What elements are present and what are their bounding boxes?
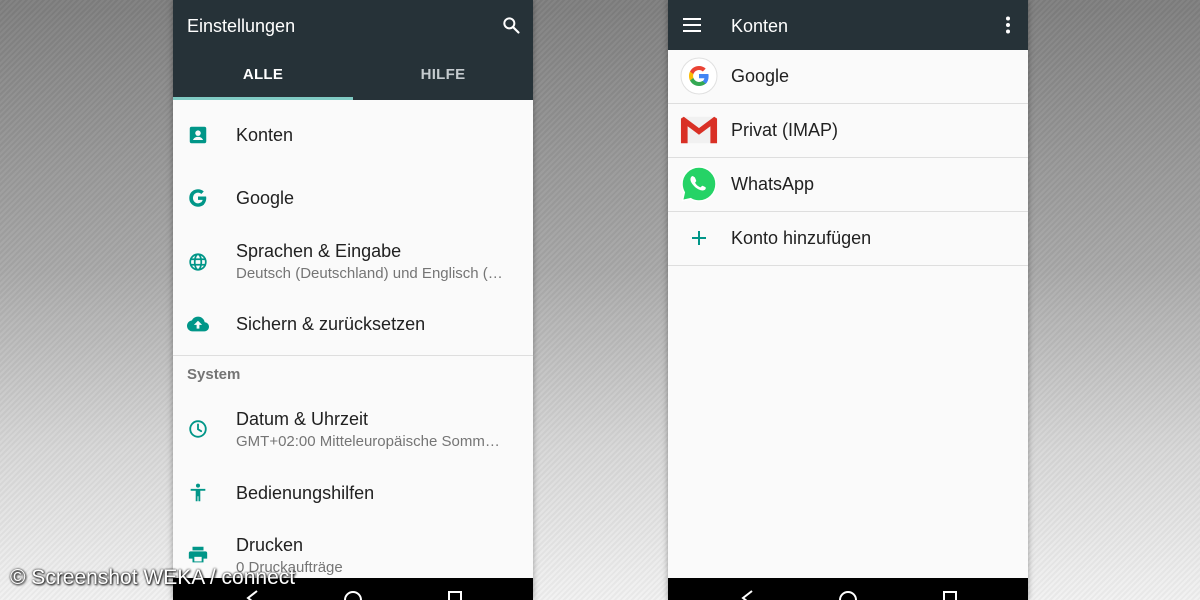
- settings-tabs: ALLE HILFE: [173, 50, 533, 100]
- settings-item-label: Sichern & zurücksetzen: [236, 314, 426, 334]
- settings-item-datum[interactable]: Datum & Uhrzeit GMT+02:00 Mitteleuropäis…: [173, 396, 533, 466]
- system-nav-bar: [668, 578, 1028, 600]
- settings-item-label: Google: [236, 188, 295, 208]
- more-vert-icon: [1006, 16, 1010, 34]
- settings-item-sichern[interactable]: Sichern & zurücksetzen: [173, 296, 533, 355]
- add-account-row[interactable]: Konto hinzufügen: [668, 212, 1028, 266]
- section-divider: [173, 355, 533, 356]
- settings-item-label: Konten: [236, 125, 294, 145]
- clock-icon: [185, 416, 211, 442]
- home-icon: [839, 591, 857, 600]
- settings-item-bedienungshilfen[interactable]: Bedienungshilfen: [173, 466, 533, 522]
- gmail-icon: [680, 111, 718, 149]
- google-logo-icon: [680, 57, 718, 95]
- recents-button[interactable]: [435, 578, 475, 600]
- accessibility-icon: [185, 480, 211, 506]
- add-account-label: Konto hinzufügen: [731, 228, 872, 248]
- page-title: Einstellungen: [187, 16, 296, 36]
- settings-item-label: Sprachen & Eingabe: [236, 241, 402, 261]
- search-icon: [503, 17, 520, 34]
- account-row-whatsapp[interactable]: WhatsApp: [668, 158, 1028, 212]
- settings-item-google[interactable]: Google: [173, 170, 533, 228]
- recents-icon: [448, 591, 462, 600]
- search-button[interactable]: [491, 5, 531, 45]
- settings-app-bar: Einstellungen: [173, 0, 533, 50]
- recents-button[interactable]: [930, 578, 970, 600]
- settings-item-subtitle: GMT+02:00 Mitteleuropäische Somm…: [236, 433, 500, 450]
- settings-item-konten[interactable]: Konten: [173, 100, 533, 170]
- settings-item-label: Drucken: [236, 535, 304, 555]
- accounts-app-bar: Konten: [668, 0, 1028, 50]
- home-icon: [344, 591, 362, 600]
- account-row-google[interactable]: Google: [668, 50, 1028, 104]
- settings-item-sprachen[interactable]: Sprachen & Eingabe Deutsch (Deutschland)…: [173, 228, 533, 296]
- home-button[interactable]: [333, 578, 373, 600]
- tab-hilfe[interactable]: HILFE: [353, 50, 533, 100]
- menu-button[interactable]: [672, 5, 712, 45]
- plus-icon: [680, 219, 718, 257]
- recents-icon: [943, 591, 957, 600]
- page-title: Konten: [731, 16, 789, 36]
- globe-icon: [185, 249, 211, 275]
- settings-item-label: Datum & Uhrzeit: [236, 409, 369, 429]
- whatsapp-icon: [680, 165, 718, 203]
- account-label: WhatsApp: [731, 174, 815, 194]
- settings-item-subtitle: Deutsch (Deutschland) und Englisch (…: [236, 265, 503, 282]
- tab-alle[interactable]: ALLE: [173, 50, 353, 100]
- account-row-imap[interactable]: Privat (IMAP): [668, 104, 1028, 158]
- cloud-upload-icon: [185, 311, 211, 337]
- section-header-system: System: [187, 366, 241, 383]
- settings-screen: Einstellungen ALLE HILFE Konten Google S…: [173, 0, 533, 600]
- google-g-icon: [185, 185, 211, 211]
- overflow-menu-button[interactable]: [988, 5, 1028, 45]
- home-button[interactable]: [828, 578, 868, 600]
- back-icon: [741, 590, 753, 600]
- accounts-screen: Konten Google Privat (IMAP) WhatsApp Kon…: [668, 0, 1028, 600]
- printer-icon: [185, 542, 211, 568]
- hamburger-menu-icon: [683, 18, 701, 32]
- account-label: Privat (IMAP): [731, 120, 839, 140]
- back-button[interactable]: [728, 578, 768, 600]
- account-label: Google: [731, 66, 790, 86]
- account-box-icon: [185, 122, 211, 148]
- settings-item-label: Bedienungshilfen: [236, 483, 375, 503]
- copyright-watermark: © Screenshot WEKA / connect: [10, 566, 296, 589]
